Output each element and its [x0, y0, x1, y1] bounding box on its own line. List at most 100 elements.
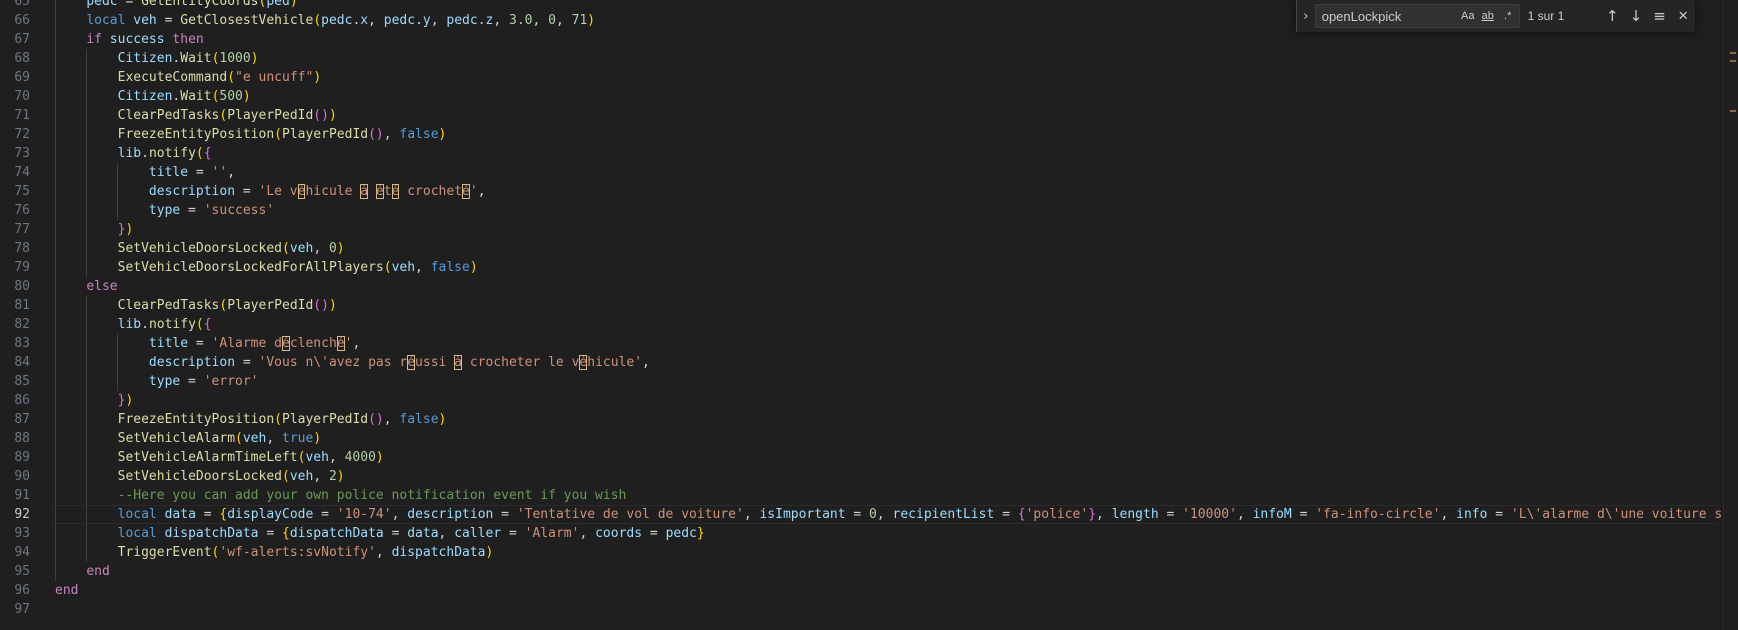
- code-line[interactable]: 89 SetVehicleAlarmTimeLeft(veh, 4000): [0, 448, 1718, 467]
- code-token: 2: [328, 469, 337, 484]
- code-token: pedc: [665, 526, 697, 541]
- code-token: =: [195, 507, 220, 522]
- code-token: hicule: [305, 184, 361, 199]
- line-number: 84: [14, 355, 30, 370]
- code-token: ,: [313, 241, 329, 256]
- code-line[interactable]: 70 Citizen.Wait(500): [0, 87, 1718, 106]
- code-text: pedc = GetEntityCoords(ped): [55, 0, 297, 11]
- code-line[interactable]: 72 FreezeEntityPosition(PlayerPedId(), f…: [0, 125, 1718, 144]
- code-line[interactable]: 75 description = 'Le véhicule à été croc…: [0, 182, 1718, 201]
- code-token: (: [282, 241, 290, 256]
- code-token: if: [86, 32, 102, 47]
- code-text: TriggerEvent('wf-alerts:svNotify', dispa…: [55, 543, 494, 562]
- code-line[interactable]: 83 title = 'Alarme déclenché',: [0, 334, 1718, 353]
- code-line[interactable]: 84 description = 'Vous n\'avez pas réuss…: [0, 353, 1718, 372]
- previous-match-arrow-up-icon[interactable]: ↑: [1600, 4, 1624, 28]
- code-text: local dispatchData = {dispatchData = dat…: [55, 524, 705, 543]
- code-line[interactable]: 77 }): [0, 220, 1718, 239]
- code-line[interactable]: 97: [0, 600, 1718, 619]
- match-case-button[interactable]: Aa: [1458, 6, 1478, 26]
- code-token: Citizen: [117, 89, 173, 104]
- line-number: 66: [14, 13, 30, 28]
- code-token: Citizen: [117, 51, 173, 66]
- code-line[interactable]: 94 TriggerEvent('wf-alerts:svNotify', di…: [0, 543, 1718, 562]
- code-token: lib: [117, 317, 142, 332]
- code-line[interactable]: 93 local dispatchData = {dispatchData = …: [0, 524, 1718, 543]
- close-find-icon[interactable]: ✕: [1671, 4, 1695, 28]
- code-text: ClearPedTasks(PlayerPedId()): [55, 296, 337, 315]
- line-number: 96: [14, 583, 30, 598]
- code-token: else: [86, 279, 118, 294]
- code-line[interactable]: 68 Citizen.Wait(1000): [0, 49, 1718, 68]
- code-token: FreezeEntityPosition: [117, 412, 275, 427]
- code-line[interactable]: 67 if success then: [0, 30, 1718, 49]
- code-line[interactable]: 96 end: [0, 581, 1718, 600]
- code-token: ,: [477, 184, 486, 199]
- code-token: ,: [1440, 507, 1457, 522]
- toggle-replace-chevron-icon[interactable]: ›: [1297, 0, 1315, 32]
- code-token: 0: [548, 13, 556, 28]
- code-token: ): [587, 13, 596, 28]
- code-token: ): [250, 51, 259, 66]
- code-text: title = '',: [55, 163, 235, 182]
- code-line[interactable]: 92 local data = {displayCode = '10-74', …: [0, 505, 1738, 524]
- find-in-selection-icon[interactable]: ≡: [1648, 4, 1672, 28]
- code-token: ClearPedTasks: [117, 298, 220, 313]
- code-token: ): [125, 393, 134, 408]
- code-line[interactable]: 78 SetVehicleDoorsLocked(veh, 0): [0, 239, 1718, 258]
- code-token: Wait: [180, 51, 212, 66]
- match-whole-word-button[interactable]: ab: [1478, 6, 1498, 26]
- code-line[interactable]: 85 type = 'error': [0, 372, 1718, 391]
- code-editor[interactable]: 65 pedc = GetEntityCoords(ped) 66 local v…: [0, 0, 1738, 630]
- code-token: 'success': [203, 203, 275, 218]
- use-regex-button[interactable]: .*: [1498, 6, 1518, 26]
- code-token: '10000': [1182, 507, 1237, 522]
- code-line[interactable]: 88 SetVehicleAlarm(veh, true): [0, 429, 1718, 448]
- code-line[interactable]: 81 ClearPedTasks(PlayerPedId()): [0, 296, 1718, 315]
- code-line[interactable]: 90 SetVehicleDoorsLocked(veh, 2): [0, 467, 1718, 486]
- code-token: ,: [391, 507, 408, 522]
- code-token: (: [235, 431, 243, 446]
- code-token: =: [235, 184, 259, 199]
- code-token: ,: [266, 431, 282, 446]
- code-token: =: [188, 165, 212, 180]
- code-line[interactable]: 87 FreezeEntityPosition(PlayerPedId(), f…: [0, 410, 1718, 429]
- code-area[interactable]: 65 pedc = GetEntityCoords(ped) 66 local v…: [0, 0, 1738, 619]
- code-token: false: [430, 260, 470, 275]
- code-token: lib: [117, 146, 142, 161]
- code-token: PlayerPedId: [227, 108, 314, 123]
- code-text: }): [55, 391, 134, 410]
- code-line[interactable]: 69 ExecuteCommand("e uncuff"): [0, 68, 1718, 87]
- find-input[interactable]: [1315, 8, 1458, 24]
- code-line[interactable]: 74 title = '',: [0, 163, 1718, 182]
- code-line[interactable]: 95 end: [0, 562, 1718, 581]
- code-token: data: [407, 526, 439, 541]
- code-token: .: [477, 13, 486, 28]
- code-token: SetVehicleAlarmTimeLeft: [117, 450, 298, 465]
- code-line[interactable]: 86 }): [0, 391, 1718, 410]
- next-match-arrow-down-icon[interactable]: ↓: [1624, 4, 1648, 28]
- code-line[interactable]: 73 lib.notify({: [0, 144, 1718, 163]
- code-token: ): [336, 469, 345, 484]
- code-line[interactable]: 91 --Here you can add your own police no…: [0, 486, 1718, 505]
- line-number: 71: [14, 108, 30, 123]
- code-token: veh: [391, 260, 416, 275]
- code-token: '': [211, 165, 228, 180]
- line-number: 94: [14, 545, 30, 560]
- code-token: coords: [595, 526, 643, 541]
- code-token: (: [195, 317, 204, 332]
- overview-ruler[interactable]: [1723, 0, 1738, 630]
- code-text: ClearPedTasks(PlayerPedId()): [55, 106, 337, 125]
- code-text: description = 'Vous n\'avez pas réussi à…: [55, 353, 650, 372]
- code-token: pedc: [321, 13, 353, 28]
- line-number: 92: [14, 507, 30, 522]
- code-token: (): [368, 127, 384, 142]
- code-text: local veh = GetClosestVehicle(pedc.x, pe…: [55, 11, 595, 30]
- code-line[interactable]: 82 lib.notify({: [0, 315, 1718, 334]
- code-line[interactable]: 76 type = 'success': [0, 201, 1718, 220]
- code-token: '10-74': [336, 507, 392, 522]
- code-line[interactable]: 80 else: [0, 277, 1718, 296]
- code-line[interactable]: 79 SetVehicleDoorsLockedForAllPlayers(ve…: [0, 258, 1718, 277]
- code-line[interactable]: 71 ClearPedTasks(PlayerPedId()): [0, 106, 1718, 125]
